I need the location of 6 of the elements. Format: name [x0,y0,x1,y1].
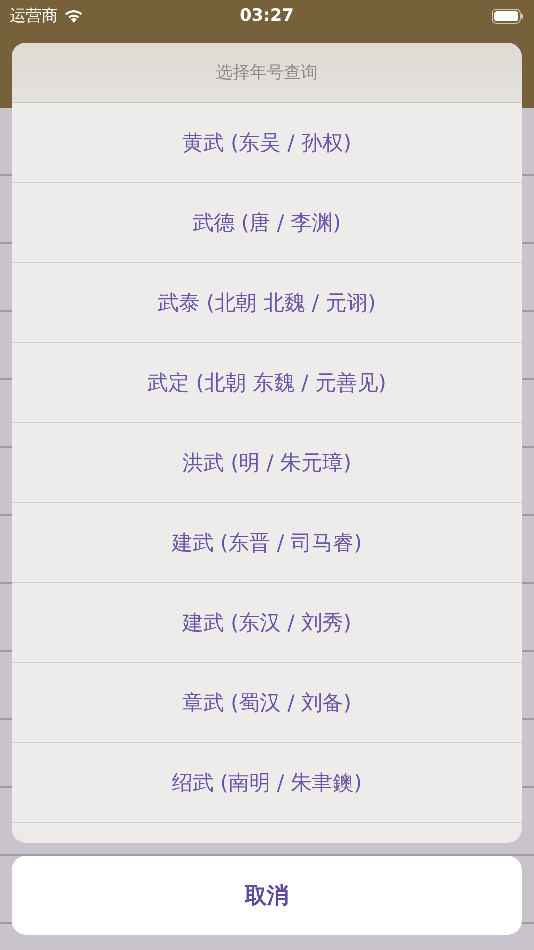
cancel-button[interactable]: 取消 [12,856,522,935]
status-time: 03:27 [240,6,294,26]
sheet-title: 选择年号查询 [12,43,522,103]
wifi-icon [64,8,84,24]
carrier-name: 运营商 [10,6,58,26]
battery-icon [492,8,524,24]
